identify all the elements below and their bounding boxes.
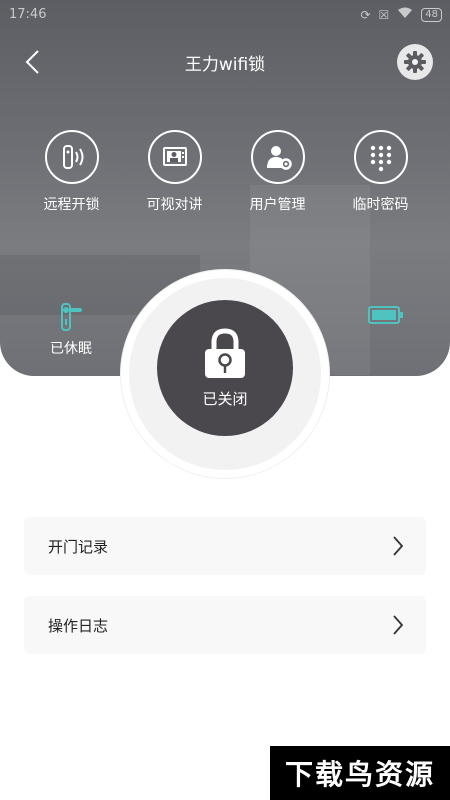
operation-log-label: 操作日志 (48, 616, 109, 635)
wifi-icon (397, 7, 413, 22)
video-intercom-label: 可视对讲 (146, 197, 203, 213)
user-manage-circle (250, 130, 305, 184)
door-handle-icon (61, 303, 82, 331)
quick-actions: 远程开锁 可视对讲 用户管理 临时密码 (20, 130, 432, 214)
status-time: 17:46 (9, 7, 47, 22)
open-records-item[interactable]: 开门记录 (24, 517, 426, 575)
battery-status: 48 (421, 7, 442, 22)
open-records-label: 开门记录 (48, 537, 109, 556)
operation-log-item[interactable]: 操作日志 (24, 596, 426, 654)
temp-password-circle (353, 130, 408, 184)
status-icons: ⟳ ☒ 48 (360, 7, 442, 22)
lock-state-label: 已关闭 (202, 389, 248, 408)
remote-unlock-circle (44, 130, 99, 184)
chevron-right-icon (393, 536, 404, 556)
page-title: 王力wifi锁 (184, 55, 266, 75)
video-intercom-icon (162, 147, 187, 166)
remote-unlock-icon (62, 145, 83, 169)
user-manage-button[interactable]: 用户管理 (226, 130, 329, 214)
chevron-right-icon (393, 615, 404, 635)
user-manage-label: 用户管理 (249, 197, 306, 213)
status-bar: 17:46 ⟳ ☒ 48 (0, 0, 450, 32)
watermark: 下载鸟资源 (270, 746, 450, 800)
remote-unlock-label: 远程开锁 (43, 197, 100, 213)
temp-password-label: 临时密码 (352, 197, 409, 213)
user-manage-icon (266, 146, 292, 170)
temp-password-button[interactable]: 临时密码 (329, 130, 432, 214)
video-intercom-circle (147, 130, 202, 184)
nav-bar: 王力wifi锁 (0, 38, 450, 86)
sleep-label: 已休眠 (50, 341, 92, 357)
video-intercom-button[interactable]: 可视对讲 (123, 130, 226, 214)
lock-status-button[interactable]: 已关闭 (157, 300, 293, 436)
sync-icon: ⟳ (360, 7, 371, 22)
remote-unlock-button[interactable]: 远程开锁 (20, 130, 123, 214)
battery-icon (368, 306, 403, 324)
lock-status-outer: 已关闭 (129, 278, 321, 470)
sleep-status: 已休眠 (44, 302, 98, 358)
padlock-icon (205, 327, 245, 378)
lock-status-ring: 已关闭 (121, 270, 329, 478)
keypad-icon (370, 145, 391, 172)
sim-off-icon: ☒ (378, 7, 390, 22)
settings-button[interactable] (397, 44, 433, 80)
gear-icon (404, 51, 426, 73)
lock-battery (368, 305, 404, 329)
